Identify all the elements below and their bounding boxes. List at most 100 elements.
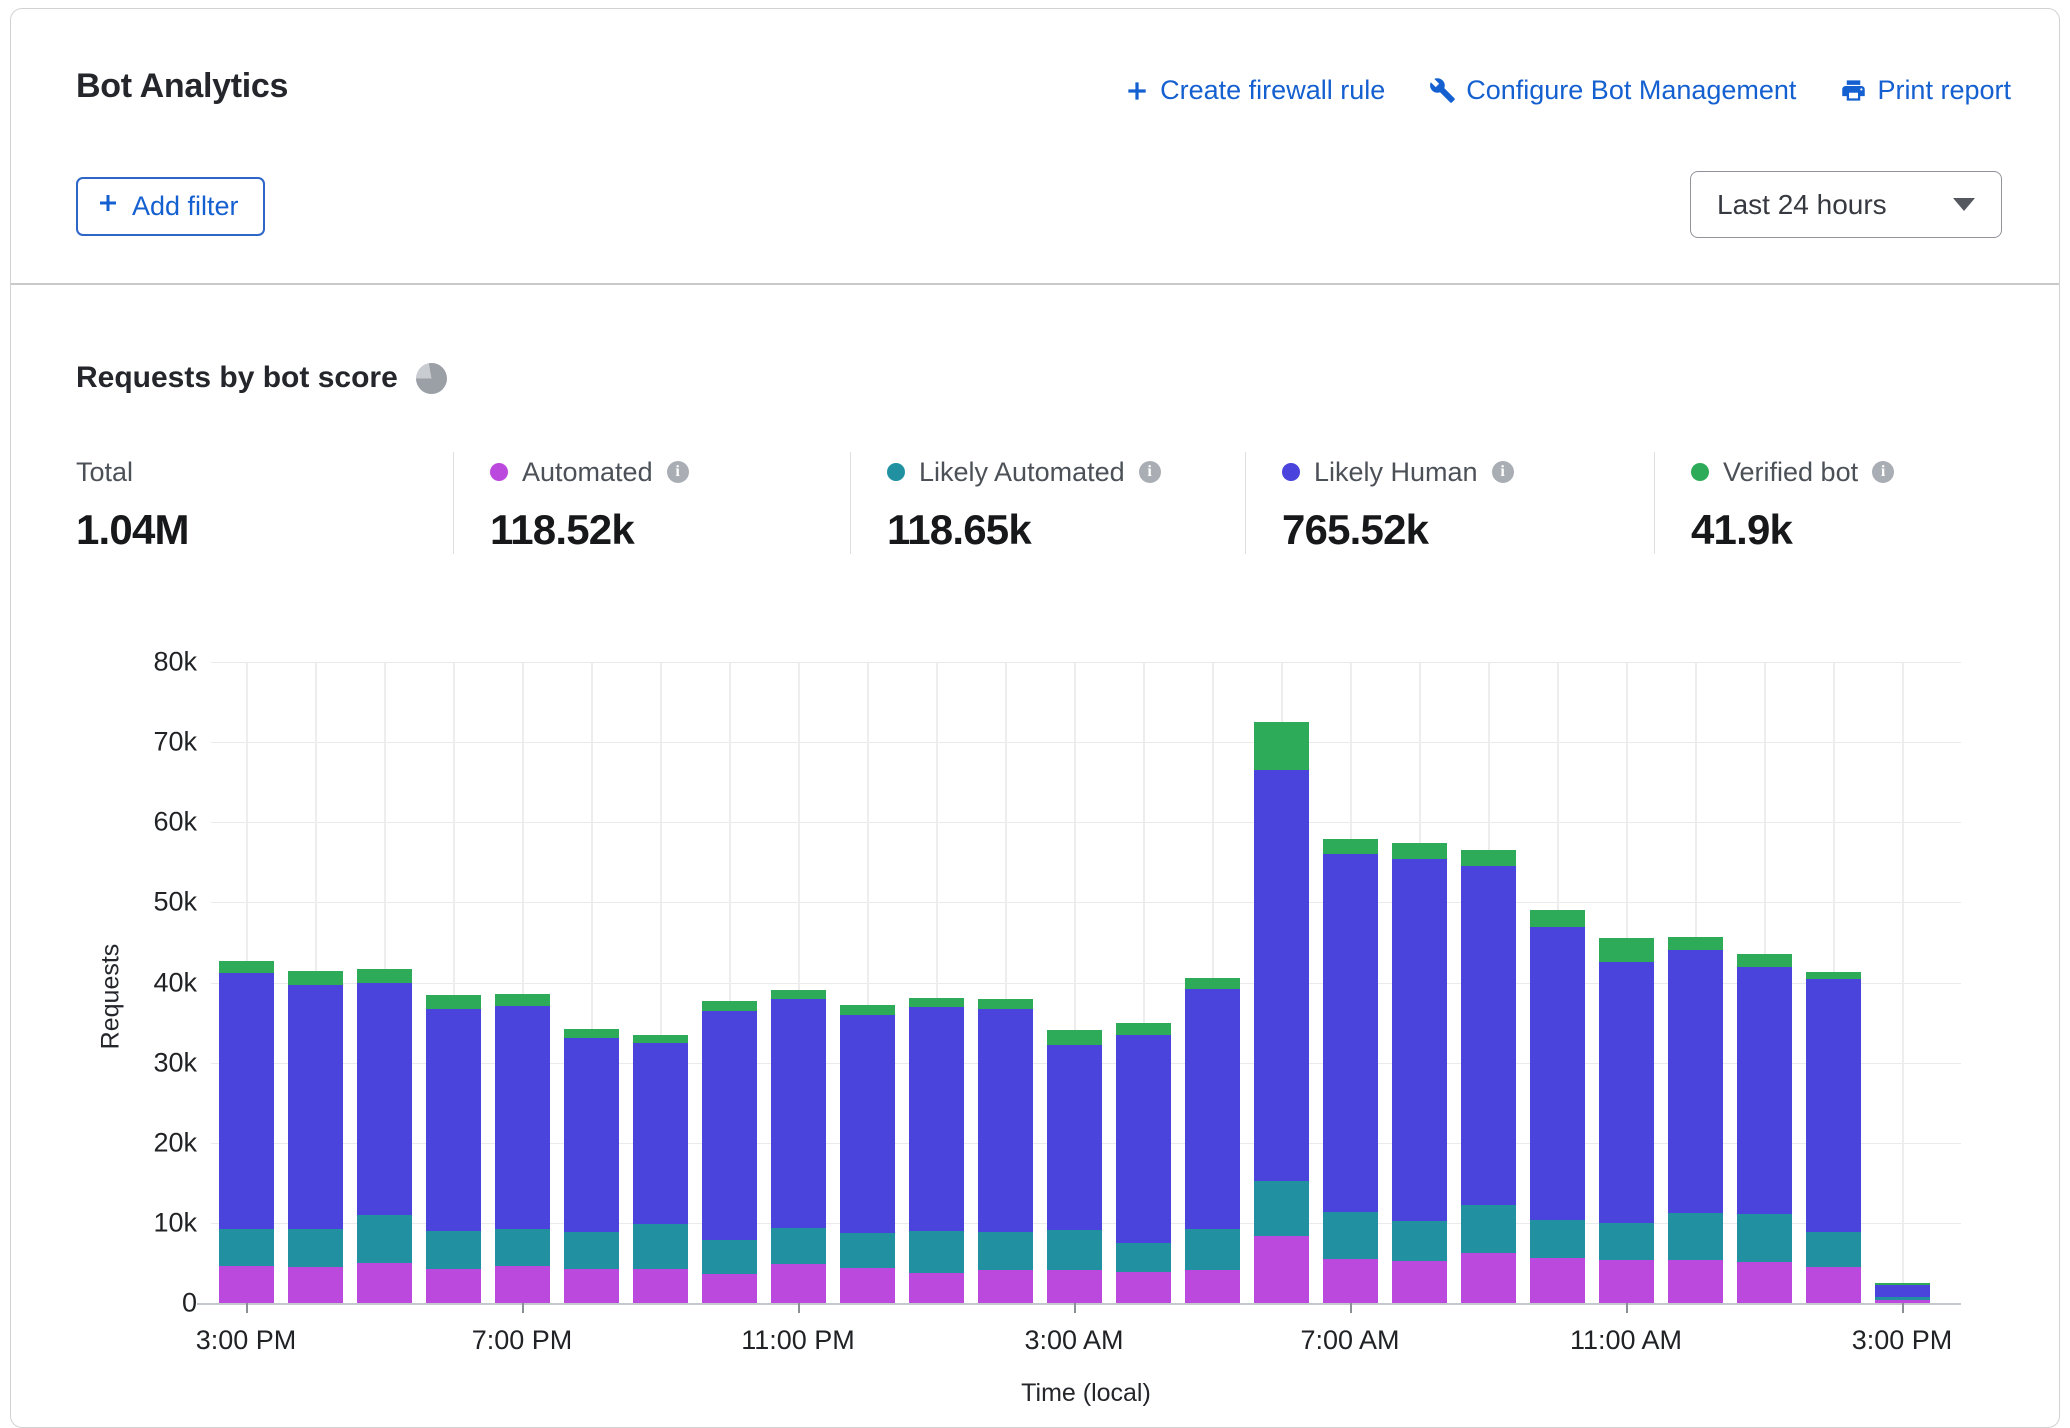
bar-segment-likely-automated[interactable] bbox=[1806, 1232, 1861, 1267]
stacked-bar-900am[interactable] bbox=[1461, 850, 1516, 1303]
bar-segment-automated[interactable] bbox=[219, 1266, 274, 1303]
bar-segment-likely-human[interactable] bbox=[1254, 770, 1309, 1181]
bar-segment-verified-bot[interactable] bbox=[1599, 938, 1654, 961]
bar-segment-likely-human[interactable] bbox=[357, 983, 412, 1215]
stacked-bar-1000pm[interactable] bbox=[702, 1001, 757, 1303]
bar-segment-automated[interactable] bbox=[702, 1274, 757, 1303]
bar-segment-automated[interactable] bbox=[978, 1270, 1033, 1303]
bar-segment-automated[interactable] bbox=[840, 1268, 895, 1303]
bar-segment-automated[interactable] bbox=[288, 1267, 343, 1303]
stacked-bar-700am[interactable] bbox=[1323, 839, 1378, 1303]
bar-segment-verified-bot[interactable] bbox=[288, 971, 343, 984]
bar-segment-verified-bot[interactable] bbox=[1254, 722, 1309, 770]
stacked-bar-100am[interactable] bbox=[909, 998, 964, 1303]
stacked-bar-600am[interactable] bbox=[1254, 722, 1309, 1303]
bar-segment-verified-bot[interactable] bbox=[495, 994, 550, 1006]
stacked-bar-300am[interactable] bbox=[1047, 1030, 1102, 1303]
stacked-bar-500am[interactable] bbox=[1185, 978, 1240, 1303]
bar-segment-verified-bot[interactable] bbox=[1530, 910, 1585, 927]
bar-segment-verified-bot[interactable] bbox=[633, 1035, 688, 1044]
bar-segment-likely-human[interactable] bbox=[978, 1009, 1033, 1232]
bar-segment-likely-automated[interactable] bbox=[1392, 1221, 1447, 1261]
bar-segment-likely-automated[interactable] bbox=[288, 1229, 343, 1267]
stacked-bar-600pm[interactable] bbox=[426, 995, 481, 1303]
bar-segment-verified-bot[interactable] bbox=[1047, 1030, 1102, 1045]
bar-segment-likely-human[interactable] bbox=[1461, 866, 1516, 1205]
bar-segment-automated[interactable] bbox=[1323, 1259, 1378, 1303]
bar-segment-verified-bot[interactable] bbox=[978, 999, 1033, 1009]
bar-segment-likely-automated[interactable] bbox=[633, 1224, 688, 1270]
bar-segment-automated[interactable] bbox=[426, 1269, 481, 1303]
bar-segment-automated[interactable] bbox=[1185, 1270, 1240, 1303]
info-icon[interactable]: i bbox=[1492, 461, 1514, 483]
bar-segment-verified-bot[interactable] bbox=[1461, 850, 1516, 867]
bar-segment-likely-automated[interactable] bbox=[1047, 1230, 1102, 1270]
bar-segment-verified-bot[interactable] bbox=[702, 1001, 757, 1012]
bar-segment-likely-automated[interactable] bbox=[1185, 1229, 1240, 1271]
bar-segment-verified-bot[interactable] bbox=[1668, 937, 1723, 950]
stacked-bar-1100pm[interactable] bbox=[771, 990, 826, 1303]
bar-segment-likely-human[interactable] bbox=[1392, 859, 1447, 1221]
stacked-bar-300pm[interactable] bbox=[219, 961, 274, 1304]
bar-segment-likely-automated[interactable] bbox=[495, 1229, 550, 1266]
bar-segment-verified-bot[interactable] bbox=[426, 995, 481, 1008]
add-filter-button[interactable]: Add filter bbox=[76, 177, 265, 236]
bar-segment-likely-human[interactable] bbox=[1530, 927, 1585, 1219]
stacked-bar-1100am[interactable] bbox=[1599, 938, 1654, 1303]
info-icon[interactable]: i bbox=[1872, 461, 1894, 483]
bar-segment-likely-human[interactable] bbox=[1047, 1045, 1102, 1230]
bar-segment-verified-bot[interactable] bbox=[909, 998, 964, 1008]
bar-segment-automated[interactable] bbox=[1116, 1272, 1171, 1303]
stacked-bar-400pm[interactable] bbox=[288, 971, 343, 1303]
bar-segment-likely-human[interactable] bbox=[1668, 950, 1723, 1213]
bar-segment-likely-automated[interactable] bbox=[909, 1231, 964, 1273]
bar-segment-automated[interactable] bbox=[1668, 1260, 1723, 1303]
bar-segment-likely-automated[interactable] bbox=[1737, 1214, 1792, 1262]
bar-segment-verified-bot[interactable] bbox=[357, 969, 412, 983]
bar-segment-likely-automated[interactable] bbox=[1530, 1220, 1585, 1258]
stacked-bar-800am[interactable] bbox=[1392, 843, 1447, 1303]
bar-segment-verified-bot[interactable] bbox=[771, 990, 826, 1000]
bar-segment-likely-human[interactable] bbox=[771, 999, 826, 1227]
stacked-bar-1000am[interactable] bbox=[1530, 910, 1585, 1303]
bar-segment-likely-automated[interactable] bbox=[426, 1231, 481, 1269]
bar-segment-likely-human[interactable] bbox=[1116, 1035, 1171, 1243]
stacked-bar-1200am[interactable] bbox=[840, 1005, 895, 1303]
bar-segment-likely-automated[interactable] bbox=[1599, 1223, 1654, 1260]
bar-segment-likely-automated[interactable] bbox=[771, 1228, 826, 1264]
stacked-bar-800pm[interactable] bbox=[564, 1029, 619, 1303]
bar-segment-verified-bot[interactable] bbox=[219, 961, 274, 973]
bar-segment-automated[interactable] bbox=[771, 1264, 826, 1303]
bar-segment-likely-automated[interactable] bbox=[1116, 1243, 1171, 1272]
bar-segment-likely-automated[interactable] bbox=[1668, 1213, 1723, 1260]
time-range-select[interactable]: Last 24 hours bbox=[1690, 171, 2002, 238]
bar-segment-verified-bot[interactable] bbox=[1392, 843, 1447, 859]
bar-segment-automated[interactable] bbox=[1530, 1258, 1585, 1303]
bar-segment-likely-human[interactable] bbox=[840, 1015, 895, 1233]
bar-segment-likely-human[interactable] bbox=[288, 985, 343, 1229]
bar-segment-verified-bot[interactable] bbox=[1737, 954, 1792, 968]
bar-segment-automated[interactable] bbox=[1254, 1236, 1309, 1303]
bar-segment-automated[interactable] bbox=[909, 1273, 964, 1303]
bar-segment-likely-automated[interactable] bbox=[564, 1232, 619, 1269]
bar-segment-likely-automated[interactable] bbox=[1461, 1205, 1516, 1252]
create-firewall-rule-link[interactable]: Create firewall rule bbox=[1124, 75, 1385, 106]
bar-segment-automated[interactable] bbox=[1392, 1261, 1447, 1303]
stacked-bar-1200pm[interactable] bbox=[1668, 937, 1723, 1303]
stacked-bar-200pm[interactable] bbox=[1806, 972, 1861, 1303]
bar-segment-likely-automated[interactable] bbox=[840, 1233, 895, 1268]
bar-segment-likely-human[interactable] bbox=[426, 1009, 481, 1231]
bar-segment-verified-bot[interactable] bbox=[1323, 839, 1378, 854]
bar-segment-likely-human[interactable] bbox=[1737, 967, 1792, 1214]
bar-segment-verified-bot[interactable] bbox=[1806, 972, 1861, 979]
bar-segment-likely-automated[interactable] bbox=[1323, 1212, 1378, 1259]
bar-segment-likely-automated[interactable] bbox=[357, 1215, 412, 1263]
bar-segment-likely-human[interactable] bbox=[1185, 989, 1240, 1229]
stacked-bar-500pm[interactable] bbox=[357, 969, 412, 1304]
bar-segment-likely-human[interactable] bbox=[633, 1043, 688, 1223]
bar-segment-automated[interactable] bbox=[564, 1269, 619, 1303]
info-icon[interactable]: i bbox=[1139, 461, 1161, 483]
stacked-bar-400am[interactable] bbox=[1116, 1023, 1171, 1303]
bar-segment-automated[interactable] bbox=[1599, 1260, 1654, 1303]
stacked-bar-200am[interactable] bbox=[978, 999, 1033, 1303]
